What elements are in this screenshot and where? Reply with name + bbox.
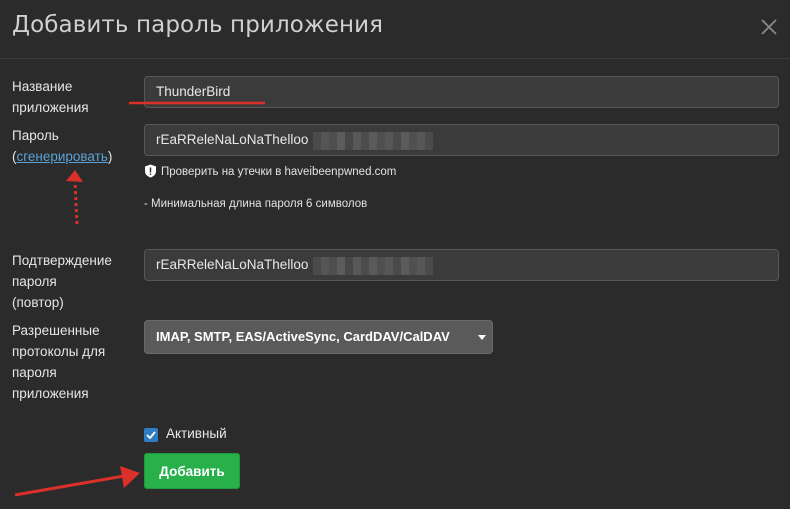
add-app-password-dialog: Добавить пароль приложения Название прил… (0, 0, 790, 509)
annotation-overlay (14, 101, 265, 497)
annotation-dotted-arrow-head (66, 170, 83, 182)
annotation-arrow (14, 474, 125, 497)
annotation-arrow-head (120, 466, 140, 488)
annotation-dotted-arrow (73, 181, 79, 225)
